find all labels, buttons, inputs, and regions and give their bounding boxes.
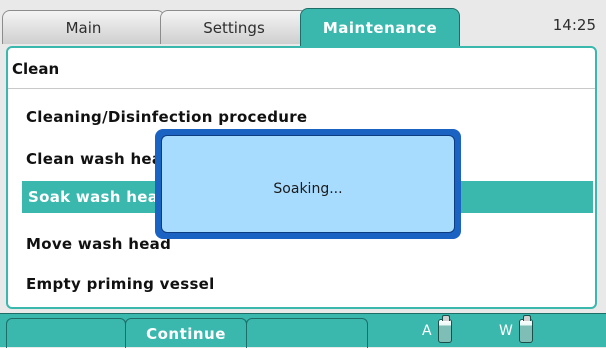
tab-bar: Main Settings Maintenance 14:25 [0, 0, 606, 46]
softkey-bar: Continue A W [0, 313, 606, 348]
menu-item-empty-priming-vessel[interactable]: Empty priming vessel [26, 275, 215, 293]
device-screen: Main Settings Maintenance 14:25 Clean Cl… [0, 0, 606, 348]
continue-button[interactable]: Continue [125, 318, 247, 348]
dialog-body: Soaking... [161, 135, 455, 233]
softkey-1[interactable] [6, 318, 126, 348]
tab-maintenance[interactable]: Maintenance [300, 8, 460, 46]
section-title: Clean [12, 60, 60, 78]
softkey-3[interactable] [246, 318, 368, 348]
menu-item-move-wash-head[interactable]: Move wash head [26, 235, 171, 253]
reservoir-a-status: A [422, 314, 452, 348]
menu-item-cleaning-disinfection[interactable]: Cleaning/Disinfection procedure [26, 108, 307, 126]
tab-settings[interactable]: Settings [160, 10, 308, 44]
soaking-dialog: Soaking... [155, 129, 461, 239]
menu-item-clean-wash-head[interactable]: Clean wash head [26, 150, 173, 168]
reservoir-a-label: A [422, 323, 432, 339]
bottle-a-icon [437, 315, 452, 343]
dialog-message: Soaking... [273, 181, 343, 197]
clock: 14:25 [552, 16, 596, 34]
reservoir-w-label: W [499, 323, 513, 339]
section-divider [8, 88, 595, 89]
reservoir-w-status: W [499, 314, 533, 348]
tab-main[interactable]: Main [2, 10, 165, 44]
bottle-w-icon [518, 315, 533, 343]
